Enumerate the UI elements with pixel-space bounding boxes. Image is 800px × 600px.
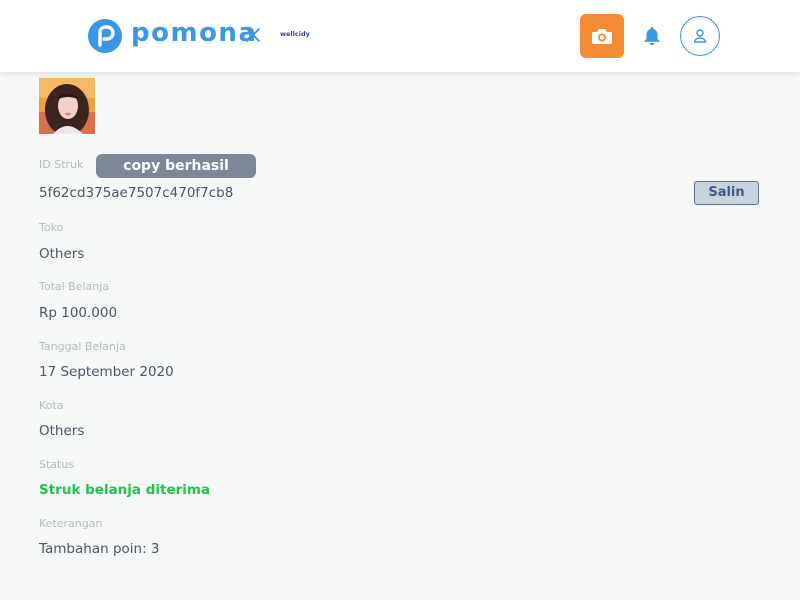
brand-name[interactable]: pomona [131, 16, 257, 50]
status-label: Status [39, 458, 75, 471]
top-navbar: pomona wellcidy [0, 0, 800, 72]
partner-logo: wellcidy [280, 30, 310, 38]
copy-success-toast: copy berhasil [96, 154, 256, 178]
city-value: Others [39, 423, 85, 439]
camera-icon [592, 29, 612, 44]
store-value: Others [39, 246, 85, 262]
receipt-id-value: 5f62cd375ae7507c470f7cb8 [39, 185, 234, 201]
profile-button[interactable] [680, 16, 720, 56]
store-label: Toko [39, 221, 64, 234]
purchase-date-label: Tanggal Belanja [39, 340, 126, 353]
status-value: Struk belanja diterima [39, 482, 211, 498]
city-label: Kota [39, 399, 64, 412]
copy-id-button[interactable]: Salin [694, 181, 759, 205]
receipt-photo[interactable] [39, 78, 95, 134]
times-icon [246, 28, 260, 42]
notes-value: Tambahan poin: 3 [39, 541, 160, 557]
total-spent-label: Total Belanja [39, 280, 110, 293]
total-spent-value: Rp 100.000 [39, 305, 118, 321]
bell-icon [644, 27, 660, 46]
upload-receipt-camera-button[interactable] [580, 14, 624, 58]
user-icon [693, 29, 707, 43]
pomona-logo-icon[interactable] [88, 19, 122, 53]
receipt-id-label: ID Struk [39, 158, 84, 171]
purchase-date-value: 17 September 2020 [39, 364, 174, 380]
notification-button[interactable] [641, 25, 663, 47]
notes-label: Keterangan [39, 517, 103, 530]
